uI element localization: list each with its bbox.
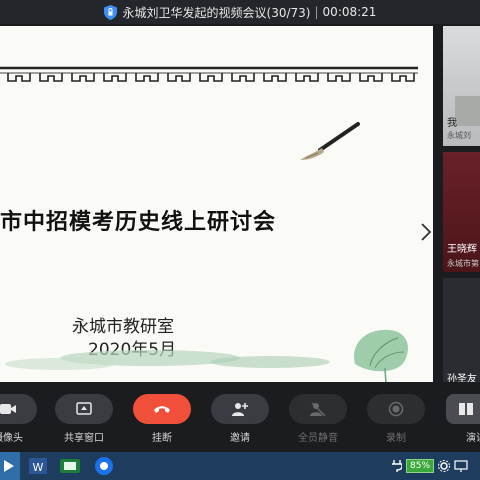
shield-icon (103, 4, 117, 20)
mute-all-button[interactable]: 全员静音 (288, 394, 348, 444)
title-bar: 永城刘卫华发起的视频会议(30/73) | 00:08:21 (0, 0, 480, 24)
mute-all-label: 全员静音 (298, 433, 338, 444)
participant-subtitle: 永城刘 (447, 131, 471, 140)
meeting-title: 永城刘卫华发起的视频会议(30/73) (122, 5, 311, 20)
network-icon[interactable] (454, 460, 468, 472)
meeting-window: 永城刘卫华发起的视频会议(30/73) | 00:08:21 市中招模考历史线上… (0, 0, 480, 480)
presentation-button[interactable]: 演讲 (446, 394, 480, 444)
settings-icon[interactable] (438, 460, 451, 472)
brush-icon (300, 122, 360, 160)
record-label: 录制 (386, 433, 406, 444)
invite-button-icon-wrap[interactable] (211, 394, 269, 424)
video-feed-object (455, 96, 480, 126)
wechat-work-app-icon[interactable] (58, 455, 82, 477)
invite-label: 邀请 (230, 433, 250, 444)
mute-all-icon (310, 402, 326, 417)
hangup-label: 挂断 (152, 433, 172, 444)
hangup-icon (154, 406, 170, 413)
participant-name: 我 (447, 118, 457, 129)
svg-text:W: W (33, 461, 44, 474)
camera-button[interactable]: 摄像头 (0, 394, 38, 444)
slide-title: 市中招模考历史线上研讨会 (0, 210, 277, 235)
meeting-timer: 00:08:21 (322, 5, 377, 19)
mute-all-button-icon-wrap[interactable] (289, 394, 347, 424)
start-icon (4, 460, 14, 472)
meeting-app-icon[interactable] (92, 455, 116, 477)
os-taskbar: W 85% (0, 452, 480, 480)
decorative-border (0, 66, 418, 82)
system-tray: 85% (392, 458, 468, 474)
word-app-icon[interactable]: W (26, 455, 50, 477)
participant-subtitle: 永城市第 (447, 259, 479, 268)
hangup-button[interactable]: 挂断 (132, 394, 192, 444)
participant-name: 王晓辉 (447, 244, 477, 255)
hangup-button-icon-wrap[interactable] (133, 394, 191, 424)
participant-tile[interactable]: 王晓辉 永城市第 (443, 152, 480, 272)
share-button-icon-wrap[interactable] (55, 394, 113, 424)
record-button-icon-wrap[interactable] (367, 394, 425, 424)
share-window-icon (76, 402, 92, 415)
battery-indicator[interactable]: 85% (406, 459, 435, 473)
lotus-leaf-decoration (5, 329, 408, 382)
camera-button-icon-wrap[interactable] (0, 394, 37, 424)
record-icon (388, 401, 404, 417)
participant-name: 孙圣友 (447, 374, 477, 382)
add-user-icon (232, 403, 248, 416)
record-button[interactable]: 录制 (366, 394, 426, 444)
title-separator: | (314, 5, 319, 19)
presentation-label: 演讲 (466, 433, 480, 444)
camera-icon (0, 404, 16, 414)
participant-panel: 我 永城刘 王晓辉 永城市第 孙圣友 (438, 26, 480, 382)
invite-button[interactable]: 邀请 (210, 394, 270, 444)
share-window-button[interactable]: 共享窗口 (54, 394, 114, 444)
share-window-label: 共享窗口 (64, 433, 104, 444)
presentation-icon (459, 403, 473, 415)
participant-tile[interactable]: 孙圣友 (443, 278, 480, 382)
participant-tile-self[interactable]: 我 永城刘 (443, 26, 480, 146)
meeting-controls: 摄像头 共享窗口 挂断 (0, 384, 480, 450)
plug-icon (392, 460, 402, 472)
presentation-button-icon-wrap[interactable] (446, 394, 480, 424)
shared-screen[interactable]: 市中招模考历史线上研讨会 永城市教研室 2020年5月 (0, 26, 433, 382)
camera-label: 摄像头 (0, 433, 23, 444)
start-button[interactable] (0, 452, 20, 480)
next-page-arrow-icon[interactable] (420, 222, 432, 242)
